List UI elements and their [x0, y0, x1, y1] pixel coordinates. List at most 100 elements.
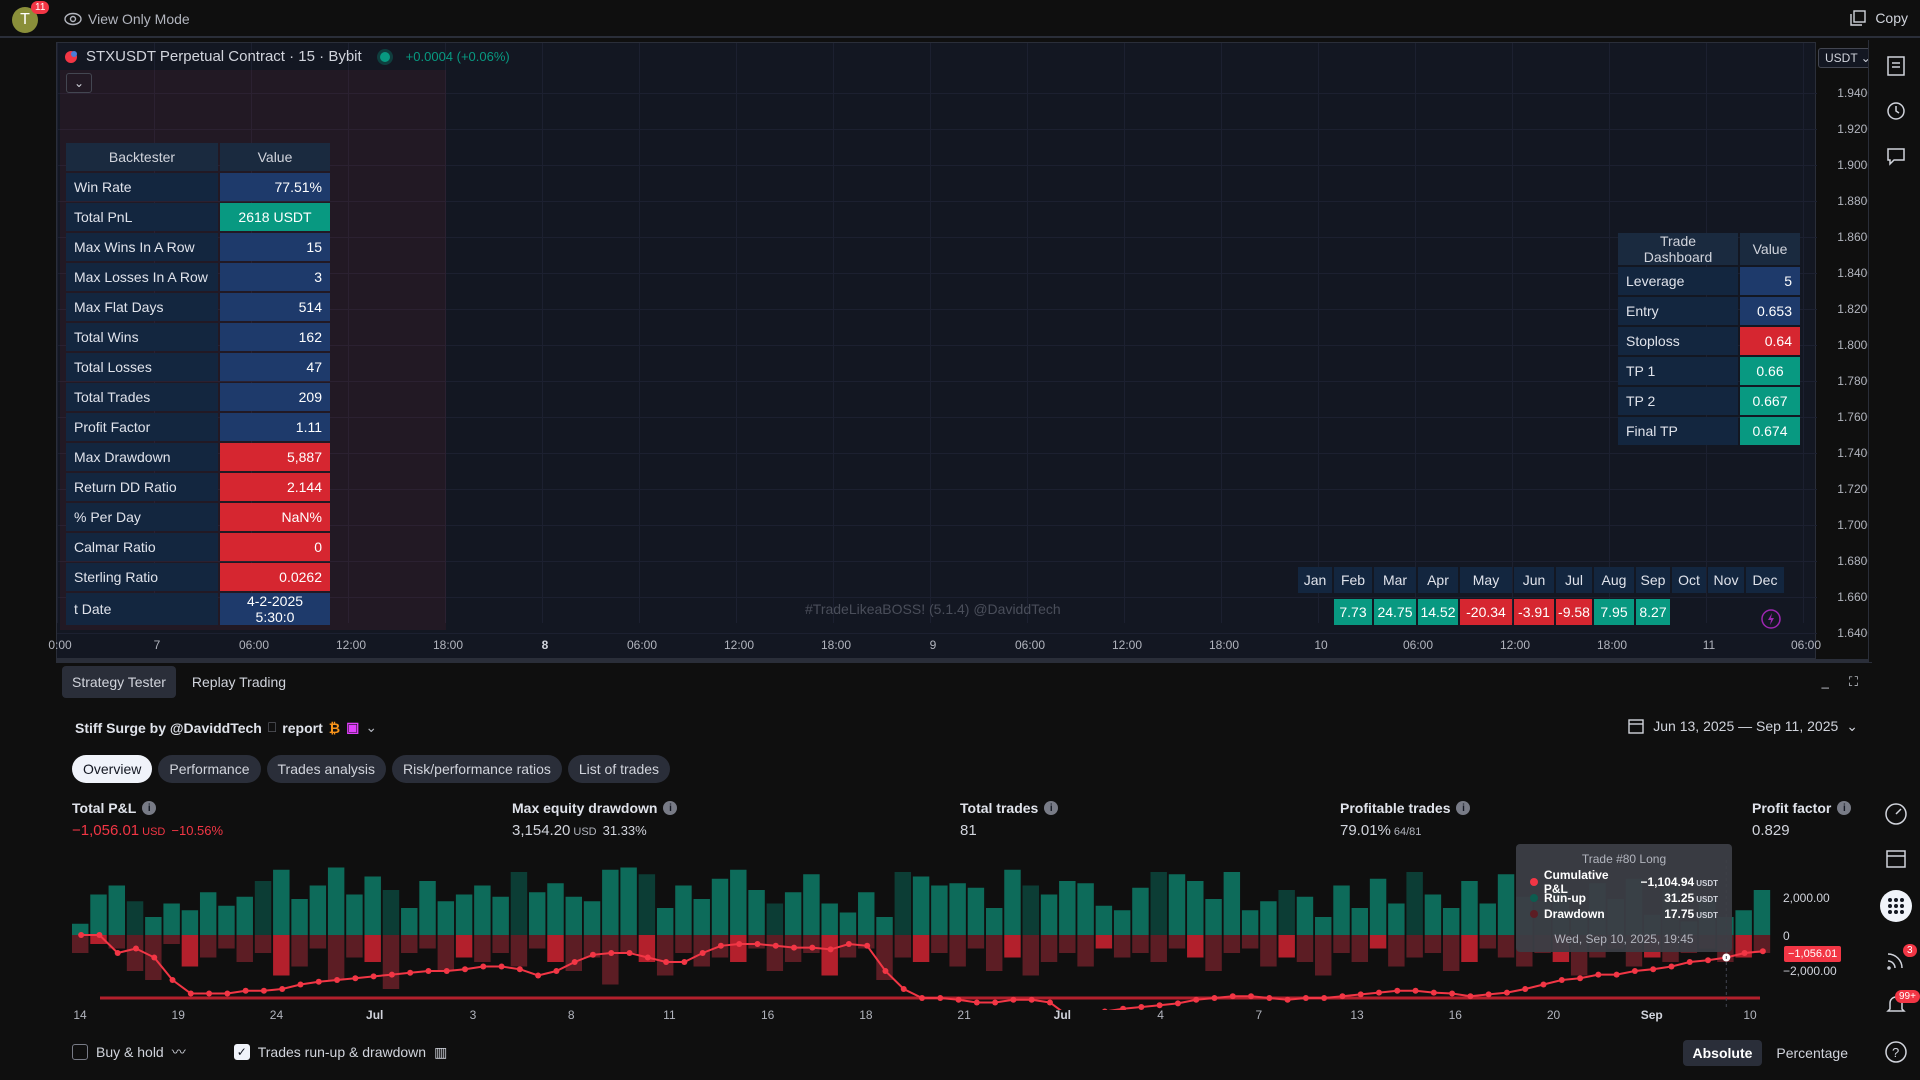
- drawdown-bar[interactable]: [346, 935, 363, 958]
- pnl-point[interactable]: [1321, 995, 1328, 1001]
- pnl-point[interactable]: [352, 975, 359, 982]
- drawdown-bar[interactable]: [931, 935, 948, 953]
- pnl-point[interactable]: [1503, 989, 1510, 996]
- drawdown-bar[interactable]: [547, 935, 564, 962]
- pnl-point[interactable]: [78, 932, 85, 938]
- runup-bar[interactable]: [1168, 874, 1186, 935]
- pnl-point[interactable]: [462, 966, 469, 973]
- pnl-point[interactable]: [1485, 991, 1492, 998]
- maximize-icon[interactable]: ⛶: [1849, 674, 1858, 690]
- pnl-point[interactable]: [1229, 993, 1236, 1000]
- runup-bar[interactable]: [1260, 901, 1277, 935]
- pnl-point[interactable]: [1394, 987, 1401, 994]
- drawdown-bar[interactable]: [1187, 935, 1204, 958]
- pnl-point[interactable]: [1759, 948, 1766, 955]
- drawdown-bar[interactable]: [967, 935, 985, 949]
- runup-bar[interactable]: [492, 896, 509, 935]
- runup-bar[interactable]: [748, 890, 765, 935]
- drawdown-bar[interactable]: [1442, 935, 1460, 971]
- tab-strategy-tester[interactable]: Strategy Tester: [62, 666, 176, 698]
- pnl-point[interactable]: [919, 995, 925, 1001]
- drawdown-bar[interactable]: [528, 935, 546, 949]
- pnl-point[interactable]: [443, 968, 450, 974]
- pnl-point[interactable]: [973, 999, 980, 1006]
- runup-bar[interactable]: [967, 887, 985, 935]
- pnl-point[interactable]: [425, 968, 432, 974]
- pnl-point[interactable]: [114, 950, 121, 956]
- strategy-settings-icon[interactable]: ₿: [329, 720, 340, 736]
- pnl-point[interactable]: [1686, 959, 1693, 965]
- drawdown-bar[interactable]: [455, 935, 473, 958]
- info-icon[interactable]: i: [142, 801, 157, 815]
- speedometer-icon[interactable]: [1884, 802, 1908, 826]
- runup-bar[interactable]: [876, 917, 893, 935]
- drawdown-bar[interactable]: [291, 935, 308, 967]
- runup-bar[interactable]: [364, 876, 381, 936]
- pnl-point[interactable]: [1375, 989, 1382, 996]
- pnl-point[interactable]: [1028, 996, 1035, 1003]
- pnl-point[interactable]: [882, 968, 889, 974]
- watchlist-icon[interactable]: [1884, 54, 1908, 78]
- lightning-icon[interactable]: [1760, 608, 1782, 630]
- info-icon[interactable]: i: [663, 801, 678, 815]
- pnl-point[interactable]: [937, 995, 944, 1001]
- runup-bar[interactable]: [839, 912, 857, 936]
- runup-bar[interactable]: [1205, 899, 1222, 935]
- pnl-point[interactable]: [1467, 993, 1474, 1000]
- runup-bar[interactable]: [309, 885, 327, 936]
- pnl-point[interactable]: [1668, 963, 1675, 970]
- drawdown-bar[interactable]: [163, 935, 180, 944]
- pnl-point[interactable]: [132, 945, 139, 952]
- runup-bar[interactable]: [163, 903, 180, 936]
- pnl-point[interactable]: [1284, 996, 1291, 1003]
- runup-bar[interactable]: [766, 903, 784, 936]
- tab-list-of-trades[interactable]: List of trades: [567, 755, 671, 783]
- drawdown-bar[interactable]: [1150, 935, 1167, 962]
- pnl-point[interactable]: [791, 944, 798, 951]
- pnl-point[interactable]: [535, 972, 542, 979]
- drawdown-bar[interactable]: [492, 935, 509, 953]
- runup-bar[interactable]: [1040, 894, 1058, 936]
- runup-bar[interactable]: [181, 910, 199, 935]
- pnl-point[interactable]: [297, 981, 304, 988]
- runup-bar[interactable]: [401, 908, 418, 935]
- drawdown-bar[interactable]: [985, 935, 1003, 971]
- drawdown-bar[interactable]: [181, 935, 199, 967]
- runup-bar[interactable]: [1132, 887, 1149, 935]
- drawdown-bar[interactable]: [912, 935, 930, 962]
- runup-bar[interactable]: [90, 894, 107, 936]
- drawdown-bar[interactable]: [730, 935, 747, 962]
- drawdown-bar[interactable]: [1223, 935, 1241, 953]
- pnl-point[interactable]: [1193, 996, 1200, 1003]
- drawdown-bar[interactable]: [273, 935, 290, 976]
- pnl-point[interactable]: [589, 951, 596, 958]
- runup-bar[interactable]: [236, 896, 253, 935]
- runup-bar[interactable]: [1388, 903, 1405, 936]
- drawdown-bar[interactable]: [382, 935, 400, 989]
- pnl-point[interactable]: [498, 963, 505, 970]
- runup-bar[interactable]: [1735, 910, 1752, 935]
- pnl-point[interactable]: [571, 959, 578, 965]
- runup-bar[interactable]: [821, 903, 838, 936]
- runup-bar[interactable]: [1442, 908, 1460, 935]
- absolute-button[interactable]: Absolute: [1682, 1040, 1763, 1066]
- pnl-point[interactable]: [151, 954, 158, 961]
- drawdown-bar[interactable]: [437, 935, 455, 971]
- info-icon[interactable]: i: [1456, 801, 1471, 815]
- runup-bar[interactable]: [419, 881, 436, 935]
- pnl-point[interactable]: [809, 944, 816, 951]
- pnl-point[interactable]: [845, 941, 852, 947]
- runup-bar[interactable]: [985, 908, 1003, 935]
- runup-bar[interactable]: [1223, 872, 1241, 935]
- drawdown-bar[interactable]: [218, 935, 235, 949]
- pnl-point[interactable]: [315, 978, 322, 985]
- pnl-point[interactable]: [96, 932, 103, 938]
- collapse-legend-button[interactable]: ⌄: [66, 73, 92, 93]
- pnl-point[interactable]: [1705, 957, 1712, 964]
- drawdown-bar[interactable]: [1315, 935, 1332, 976]
- runup-bar[interactable]: [1241, 910, 1259, 935]
- pnl-point[interactable]: [864, 942, 871, 949]
- runup-bar[interactable]: [675, 885, 692, 936]
- runup-bar[interactable]: [510, 872, 528, 935]
- runup-bar[interactable]: [583, 901, 601, 935]
